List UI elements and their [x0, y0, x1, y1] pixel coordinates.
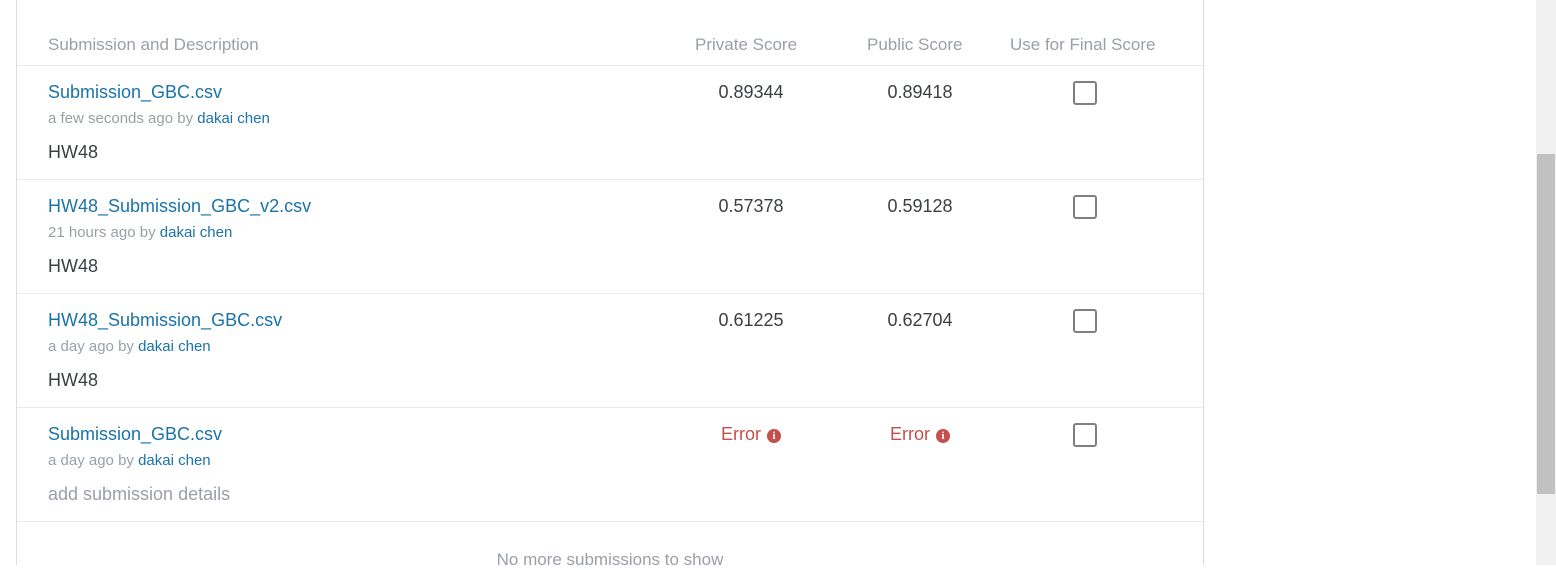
- table-row: Submission_GBC.csv a day ago by dakai ch…: [17, 408, 1203, 522]
- submissions-panel: Submission and Description Private Score…: [16, 0, 1204, 569]
- info-icon[interactable]: i: [936, 429, 950, 443]
- submission-meta: a day ago by dakai chen: [48, 338, 211, 355]
- public-score: 0.59128: [887, 196, 953, 216]
- user-link[interactable]: dakai chen: [197, 110, 270, 127]
- by-label: by: [118, 452, 134, 469]
- submission-meta: a few seconds ago by dakai chen: [48, 110, 270, 127]
- table-row: HW48_Submission_GBC_v2.csv 21 hours ago …: [17, 180, 1203, 294]
- submission-file-link[interactable]: HW48_Submission_GBC.csv: [48, 310, 282, 331]
- add-details-link[interactable]: add submission details: [48, 484, 230, 505]
- submission-file-link[interactable]: Submission_GBC.csv: [48, 82, 222, 103]
- table-row: Submission_GBC.csv a few seconds ago by …: [17, 66, 1203, 180]
- public-score: 0.89418: [887, 82, 953, 102]
- submission-file-link[interactable]: Submission_GBC.csv: [48, 424, 222, 445]
- submission-description: HW48: [48, 142, 99, 162]
- private-score: 0.89344: [718, 82, 784, 102]
- submission-time: 21 hours ago: [48, 224, 136, 241]
- submission-time: a day ago: [48, 452, 114, 469]
- submission-time: a few seconds ago: [48, 110, 174, 127]
- submission-meta: a day ago by dakai chen: [48, 452, 211, 469]
- submission-meta: 21 hours ago by dakai chen: [48, 224, 232, 241]
- submission-description: HW48: [48, 256, 99, 276]
- error-label: Error: [721, 424, 761, 444]
- final-score-checkbox[interactable]: [1073, 195, 1097, 219]
- by-label: by: [139, 224, 156, 241]
- public-score: 0.62704: [887, 310, 953, 330]
- scrollbar-thumb[interactable]: [1537, 154, 1555, 494]
- submission-time: a day ago: [48, 338, 114, 355]
- by-label: by: [177, 110, 194, 127]
- private-score: 0.57378: [718, 196, 784, 216]
- final-score-checkbox[interactable]: [1073, 423, 1097, 447]
- user-link[interactable]: dakai chen: [160, 224, 233, 241]
- submission-description: HW48: [48, 370, 99, 390]
- by-label: by: [118, 338, 134, 355]
- user-link[interactable]: dakai chen: [138, 338, 211, 355]
- table-row: HW48_Submission_GBC.csv a day ago by dak…: [17, 294, 1203, 408]
- header-final-score: Use for Final Score: [1010, 35, 1156, 54]
- public-score-error: Error i: [860, 424, 980, 445]
- final-score-checkbox[interactable]: [1073, 309, 1097, 333]
- header-description: Submission and Description: [48, 35, 259, 54]
- error-label: Error: [890, 424, 930, 444]
- header-public-score: Public Score: [867, 35, 963, 54]
- info-icon[interactable]: i: [767, 429, 781, 443]
- header-private-score: Private Score: [695, 35, 798, 54]
- private-score: 0.61225: [718, 310, 784, 330]
- no-more-submissions: No more submissions to show: [496, 550, 724, 569]
- scrollbar[interactable]: [1536, 0, 1556, 565]
- table-header: Submission and Description Private Score…: [17, 0, 1203, 66]
- private-score-error: Error i: [691, 424, 811, 445]
- final-score-checkbox[interactable]: [1073, 81, 1097, 105]
- submission-file-link[interactable]: HW48_Submission_GBC_v2.csv: [48, 196, 311, 217]
- user-link[interactable]: dakai chen: [138, 452, 211, 469]
